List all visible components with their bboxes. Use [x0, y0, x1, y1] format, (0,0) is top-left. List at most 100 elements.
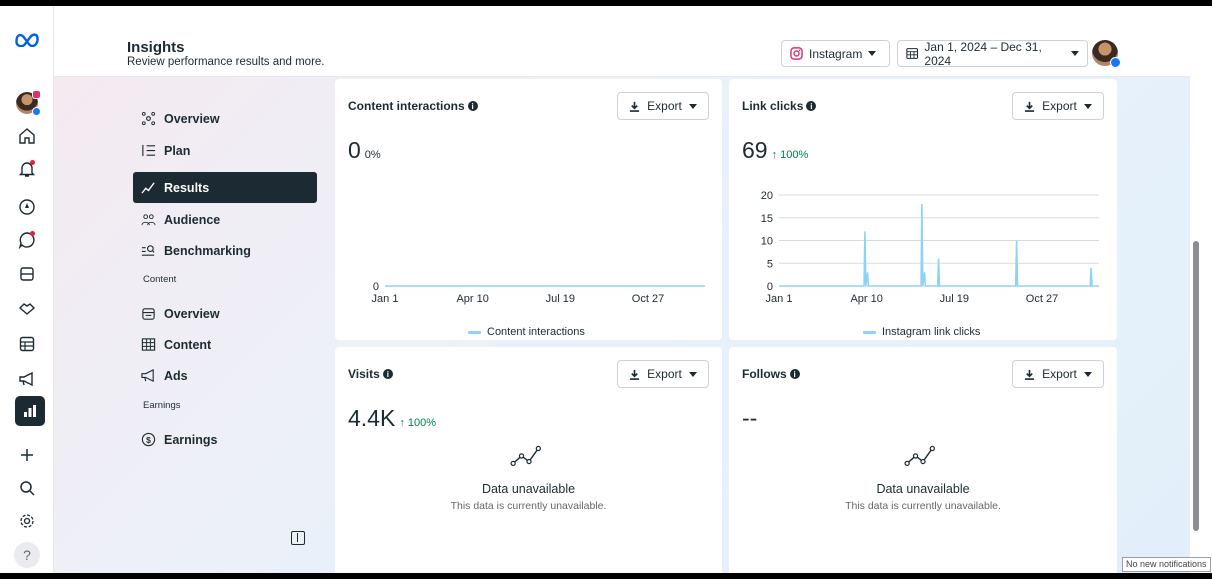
left-rail: ?: [0, 6, 54, 573]
x-tick-label: Jul 19: [940, 293, 969, 305]
nav-label: Earnings: [164, 432, 218, 447]
date-range-label: Jan 1, 2024 – Dec 31, 2024: [924, 39, 1042, 68]
info-icon[interactable]: i: [806, 101, 817, 111]
nav-benchmarking[interactable]: Benchmarking: [133, 235, 317, 266]
home-icon[interactable]: [14, 123, 40, 149]
posts-icon[interactable]: [14, 261, 40, 287]
date-range-selector[interactable]: Jan 1, 2024 – Dec 31, 2024: [897, 39, 1088, 68]
platform-selector[interactable]: Instagram: [781, 40, 890, 67]
nav-label: Ads: [164, 368, 188, 383]
nav-content-overview[interactable]: Overview: [133, 298, 317, 329]
notification-tooltip: No new notifications: [1122, 557, 1211, 572]
collapse-sidebar-icon[interactable]: [291, 531, 305, 545]
chevron-down-icon: [1071, 51, 1079, 56]
metric-delta: ↑ 100%: [771, 149, 809, 161]
compare-icon: [141, 245, 155, 256]
unavailable-text: This data is currently unavailable.: [845, 500, 1001, 512]
metric-value: --: [742, 405, 758, 431]
x-tick-label: Jan 1: [372, 293, 399, 305]
settings-gear-icon[interactable]: [14, 508, 40, 534]
handshake-icon[interactable]: [14, 295, 40, 321]
search-icon[interactable]: [14, 475, 40, 501]
account-avatar[interactable]: [14, 90, 41, 116]
download-icon: [630, 101, 640, 112]
notifications-icon[interactable]: [14, 156, 40, 182]
info-icon[interactable]: i: [382, 369, 393, 379]
nav-earnings[interactable]: $ Earnings: [133, 424, 317, 455]
x-tick-label: Oct 27: [632, 293, 664, 305]
export-button[interactable]: Export: [617, 92, 709, 120]
nav-label: Benchmarking: [164, 243, 251, 258]
insights-icon[interactable]: [15, 396, 45, 426]
section-label-earnings: Earnings: [143, 400, 181, 411]
link-clicks-card: Link clicks i Export 69 ↑ 100% 0 5 10 15 20 Jan…: [729, 79, 1117, 340]
nav-label: Content: [164, 337, 212, 352]
x-tick-label: Apr 10: [850, 293, 882, 305]
nav-plan[interactable]: Plan: [133, 135, 317, 166]
card-title: Follows i: [742, 367, 800, 381]
nav-content[interactable]: Content: [133, 329, 317, 360]
chevron-down-icon: [1083, 371, 1092, 377]
x-tick-label: Jan 1: [766, 293, 793, 305]
plus-icon[interactable]: [14, 442, 40, 468]
link-clicks-chart: 0 5 10 15 20 Jan 1 Apr 10 Jul 19 Oct 27: [761, 190, 1099, 305]
export-button[interactable]: Export: [1012, 92, 1104, 120]
visits-card: Visits i Export 4.4K ↑ 100% Data unavailab…: [335, 347, 722, 573]
list-icon: [142, 144, 156, 157]
unavailable-title: Data unavailable: [876, 482, 970, 496]
section-label-content: Content: [143, 274, 177, 285]
content-interactions-chart: 0Jan 1 Apr 10 Jul 19 Oct 27: [372, 281, 705, 305]
download-icon: [630, 369, 640, 380]
media-icon: [142, 308, 155, 320]
chart-legend: Instagram link clicks: [863, 326, 980, 338]
page-subtitle: Review performance results and more.: [127, 56, 325, 68]
trend-chart-icon: [509, 445, 541, 467]
chart-legend: Content interactions: [468, 326, 585, 338]
compass-icon[interactable]: [14, 194, 40, 220]
messages-icon[interactable]: [14, 227, 40, 253]
nav-results[interactable]: Results: [133, 172, 317, 203]
help-icon[interactable]: ?: [14, 542, 40, 568]
metric-value: 0 0%: [348, 137, 381, 163]
legend-swatch: [468, 330, 481, 334]
nav-audience[interactable]: Audience: [133, 204, 317, 235]
page-scrollbar[interactable]: [1193, 241, 1199, 531]
metric-delta: 0%: [364, 149, 381, 161]
follows-card: Follows i Export -- Data unavailable This…: [729, 347, 1117, 573]
x-tick-label: Oct 27: [1026, 293, 1058, 305]
export-button[interactable]: Export: [1012, 360, 1104, 388]
data-unavailable: Data unavailable This data is currently …: [729, 441, 1117, 512]
metric-value: 69 ↑ 100%: [742, 137, 809, 163]
calendar-icon: [906, 48, 919, 59]
nav-ads[interactable]: Ads: [133, 360, 317, 391]
user-avatar[interactable]: [1092, 40, 1121, 68]
chevron-down-icon: [1083, 103, 1092, 109]
card-title: Link clicks i: [742, 99, 817, 113]
legend-swatch: [863, 330, 876, 334]
megaphone-icon: [141, 368, 154, 383]
meta-logo-icon[interactable]: [11, 26, 43, 52]
y-tick-label: 0: [767, 281, 773, 293]
app-window: ? Insights Review performance results an…: [0, 6, 1212, 573]
unavailable-text: This data is currently unavailable.: [450, 500, 607, 512]
notification-dot: [30, 160, 35, 165]
table-icon[interactable]: [14, 331, 40, 357]
content-interactions-card: Content interactions i Export 0 0% 0 Jan 1A…: [335, 79, 722, 340]
nav-overview[interactable]: Overview: [133, 103, 317, 134]
page-title: Insights: [127, 39, 185, 56]
nav-label: Audience: [164, 212, 221, 227]
unavailable-title: Data unavailable: [481, 482, 576, 496]
nodes-icon: [141, 111, 156, 126]
info-icon[interactable]: i: [467, 101, 478, 111]
grid-icon: [141, 338, 156, 351]
card-title: Visits i: [348, 367, 393, 381]
nav-label: Plan: [164, 143, 191, 158]
y-tick-label: 20: [761, 190, 773, 202]
info-icon[interactable]: i: [789, 369, 800, 379]
nav-label: Overview: [164, 111, 220, 126]
download-icon: [1025, 101, 1035, 112]
export-button[interactable]: Export: [617, 360, 709, 388]
people-icon: [141, 214, 156, 226]
chevron-down-icon: [868, 51, 877, 56]
ads-megaphone-icon[interactable]: [14, 366, 40, 392]
